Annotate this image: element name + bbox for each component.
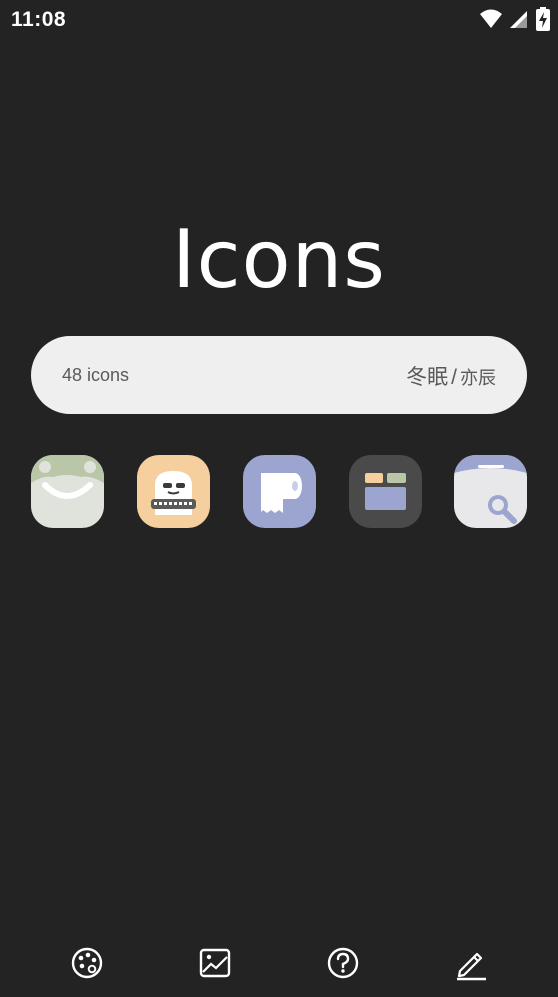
author-label: 冬眠 / 亦辰 (406, 361, 496, 391)
status-bar: 11:08 (0, 0, 558, 38)
signal-icon (510, 11, 527, 28)
edit-button[interactable] (452, 944, 490, 982)
help-icon (327, 947, 359, 979)
status-icons (480, 7, 550, 31)
page-title: Icons (172, 213, 386, 306)
palette-button[interactable] (68, 944, 106, 982)
status-time: 11:08 (11, 8, 67, 31)
window-grid-icon[interactable] (349, 455, 422, 528)
android-face-icon[interactable] (31, 455, 104, 528)
wallpaper-icon (199, 948, 231, 978)
author-main: 冬眠 (406, 366, 449, 389)
help-button[interactable] (324, 944, 362, 982)
battery-charging-icon (536, 7, 550, 31)
icon-pack-info-card[interactable]: 48 icons 冬眠 / 亦辰 (31, 336, 527, 414)
wifi-icon (480, 9, 502, 28)
icon-preview-row (31, 455, 527, 529)
icon-count: 48 icons (62, 365, 130, 385)
storage-search-icon[interactable] (454, 455, 527, 528)
wallpaper-button[interactable] (196, 944, 234, 982)
palette-icon (71, 947, 103, 979)
author-sub: 亦辰 (460, 368, 496, 388)
toilet-paper-icon[interactable] (243, 455, 316, 528)
keyboard-face-icon[interactable] (137, 455, 210, 528)
edit-icon (457, 952, 486, 981)
bottom-navigation (0, 940, 558, 986)
author-separator: / (451, 366, 457, 389)
